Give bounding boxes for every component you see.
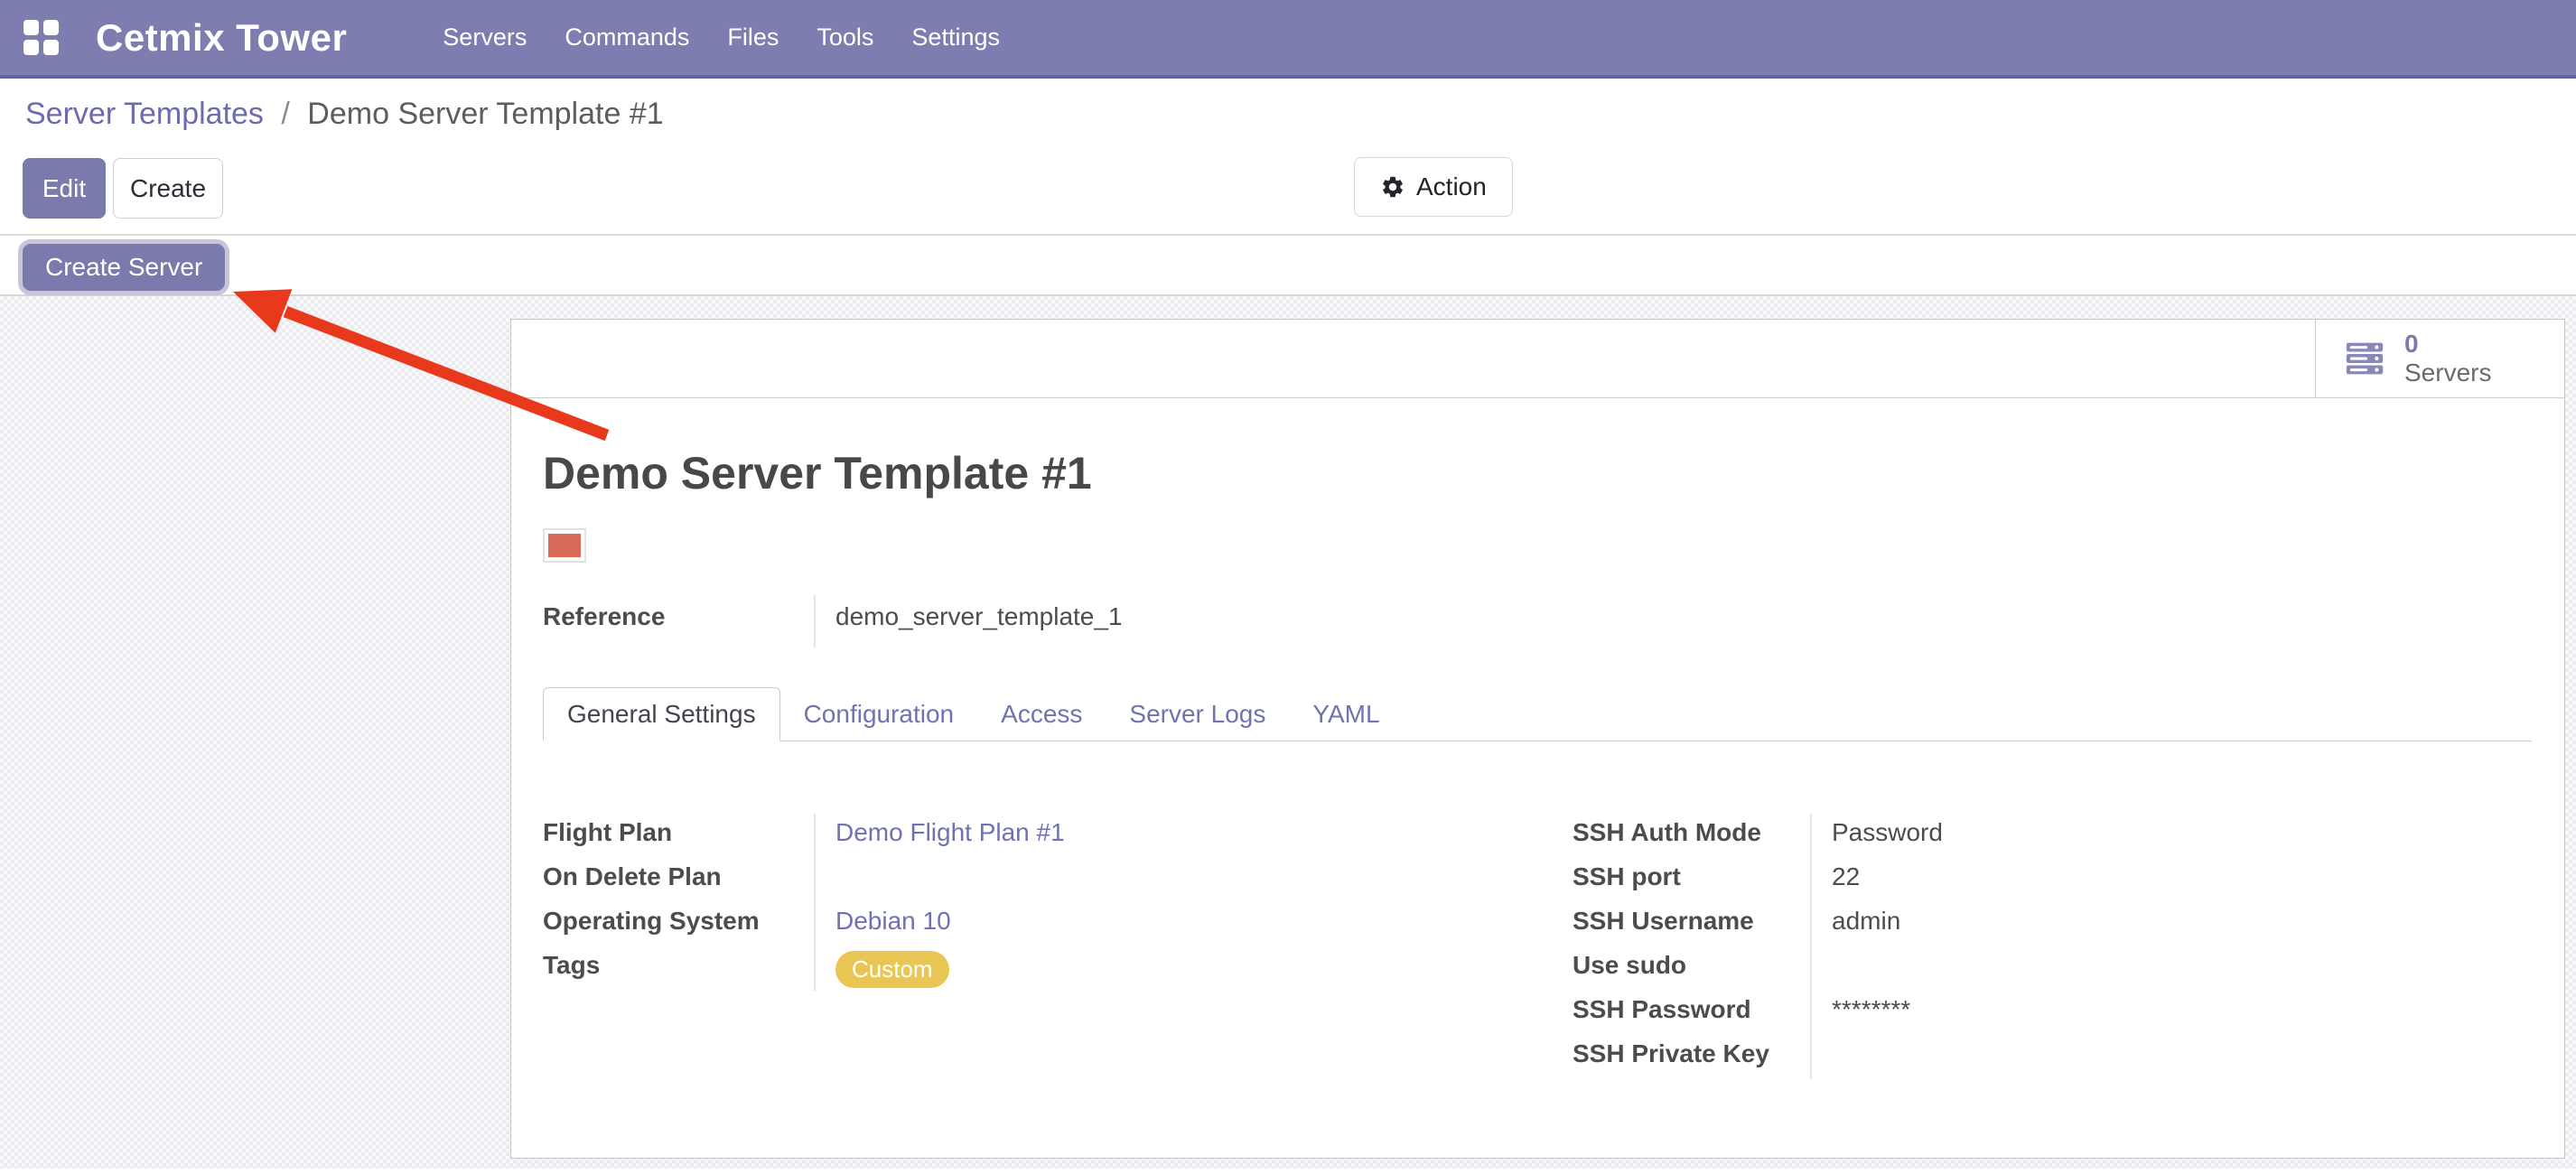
field-row: SSH port 22 xyxy=(1573,858,2530,902)
field-label-ssh-username: SSH Username xyxy=(1573,902,1810,946)
breadcrumb-link-server-templates[interactable]: Server Templates xyxy=(25,97,264,131)
field-value-on-delete-plan xyxy=(814,858,1573,902)
field-row: SSH Auth Mode Password xyxy=(1573,814,2530,858)
apps-menu-square xyxy=(23,20,39,35)
tab-general-settings[interactable]: General Settings xyxy=(543,687,780,741)
field-row: Flight Plan Demo Flight Plan #1 xyxy=(543,814,1573,858)
stat-count: 0 xyxy=(2404,330,2491,359)
form-sheet: 0 Servers Demo Server Template #1 Refere… xyxy=(510,319,2565,1159)
field-row: SSH Username admin xyxy=(1573,902,2530,946)
object-buttons-strip: Create Server xyxy=(0,236,2576,296)
field-label-ssh-private-key: SSH Private Key xyxy=(1573,1035,1810,1079)
field-label-flight-plan: Flight Plan xyxy=(543,814,814,858)
field-label-tags: Tags xyxy=(543,946,814,991)
field-label-ssh-auth-mode: SSH Auth Mode xyxy=(1573,814,1810,858)
field-value-ssh-private-key xyxy=(1810,1035,2530,1079)
breadcrumb-separator: / xyxy=(281,97,289,131)
field-row: SSH Private Key xyxy=(1573,1035,2530,1079)
nav-item-servers[interactable]: Servers xyxy=(443,23,527,51)
field-row: Tags Custom xyxy=(543,946,1573,991)
field-label-ssh-port: SSH port xyxy=(1573,858,1810,902)
tab-configuration[interactable]: Configuration xyxy=(780,688,978,741)
top-nav: Cetmix Tower Servers Commands Files Tool… xyxy=(0,0,2576,79)
brand-title[interactable]: Cetmix Tower xyxy=(96,16,347,60)
edit-button[interactable]: Edit xyxy=(23,158,106,219)
nav-item-commands[interactable]: Commands xyxy=(565,23,689,51)
action-button-label: Action xyxy=(1416,172,1487,201)
create-server-button[interactable]: Create Server xyxy=(23,244,225,291)
color-swatch-value xyxy=(548,534,581,557)
field-value-ssh-auth-mode: Password xyxy=(1810,814,2530,858)
action-button[interactable]: Action xyxy=(1354,157,1513,217)
tab-access[interactable]: Access xyxy=(977,688,1106,741)
breadcrumb-current: Demo Server Template #1 xyxy=(307,97,663,131)
create-button[interactable]: Create xyxy=(113,158,223,219)
stat-text: 0 Servers xyxy=(2404,330,2491,387)
field-value-ssh-port: 22 xyxy=(1810,858,2530,902)
apps-menu-square xyxy=(23,40,39,55)
apps-menu-icon[interactable] xyxy=(23,20,60,56)
breadcrumb: Server Templates / Demo Server Template … xyxy=(25,97,664,132)
field-row: SSH Password ******** xyxy=(1573,991,2530,1035)
sheet-body: Demo Server Template #1 Reference demo_s… xyxy=(511,447,2564,1079)
apps-menu-square xyxy=(43,20,59,35)
field-label-reference: Reference xyxy=(543,595,814,648)
field-value-ssh-username: admin xyxy=(1810,902,2530,946)
field-label-ssh-password: SSH Password xyxy=(1573,991,1810,1035)
form-view-background: 0 Servers Demo Server Template #1 Refere… xyxy=(0,296,2576,1169)
tag-badge-custom: Custom xyxy=(835,951,949,988)
field-value-flight-plan-link[interactable]: Demo Flight Plan #1 xyxy=(835,818,1065,846)
field-label-on-delete-plan: On Delete Plan xyxy=(543,858,814,902)
notebook-tabs: General Settings Configuration Access Se… xyxy=(543,687,2532,741)
nav-item-files[interactable]: Files xyxy=(727,23,779,51)
nav-item-settings[interactable]: Settings xyxy=(911,23,1000,51)
servers-stack-icon xyxy=(2345,339,2385,378)
statusbar: 0 Servers xyxy=(511,320,2564,398)
tab-yaml[interactable]: YAML xyxy=(1289,688,1403,741)
tab-server-logs[interactable]: Server Logs xyxy=(1106,688,1289,741)
gear-icon xyxy=(1380,174,1405,200)
field-groups: Flight Plan Demo Flight Plan #1 On Delet… xyxy=(543,814,2564,1079)
color-swatch xyxy=(543,528,586,563)
apps-menu-square xyxy=(43,40,59,55)
field-row: On Delete Plan xyxy=(543,858,1573,902)
reference-row: Reference demo_server_template_1 xyxy=(543,595,2564,648)
field-row: Operating System Debian 10 xyxy=(543,902,1573,946)
record-title: Demo Server Template #1 xyxy=(543,447,2564,499)
field-label-use-sudo: Use sudo xyxy=(1573,946,1810,991)
field-group-left: Flight Plan Demo Flight Plan #1 On Delet… xyxy=(543,814,1573,1079)
field-group-right: SSH Auth Mode Password SSH port 22 SSH U… xyxy=(1573,814,2530,1079)
field-label-operating-system: Operating System xyxy=(543,902,814,946)
nav-menu: Servers Commands Files Tools Settings xyxy=(443,23,1000,51)
field-row: Use sudo xyxy=(1573,946,2530,991)
field-value-use-sudo xyxy=(1810,946,2530,991)
servers-stat-button[interactable]: 0 Servers xyxy=(2315,320,2564,397)
nav-item-tools[interactable]: Tools xyxy=(817,23,873,51)
field-value-ssh-password: ******** xyxy=(1810,991,2530,1035)
field-value-reference: demo_server_template_1 xyxy=(814,595,1123,648)
field-value-operating-system-link[interactable]: Debian 10 xyxy=(835,907,951,935)
control-panel: Server Templates / Demo Server Template … xyxy=(0,79,2576,236)
stat-label: Servers xyxy=(2404,359,2491,387)
